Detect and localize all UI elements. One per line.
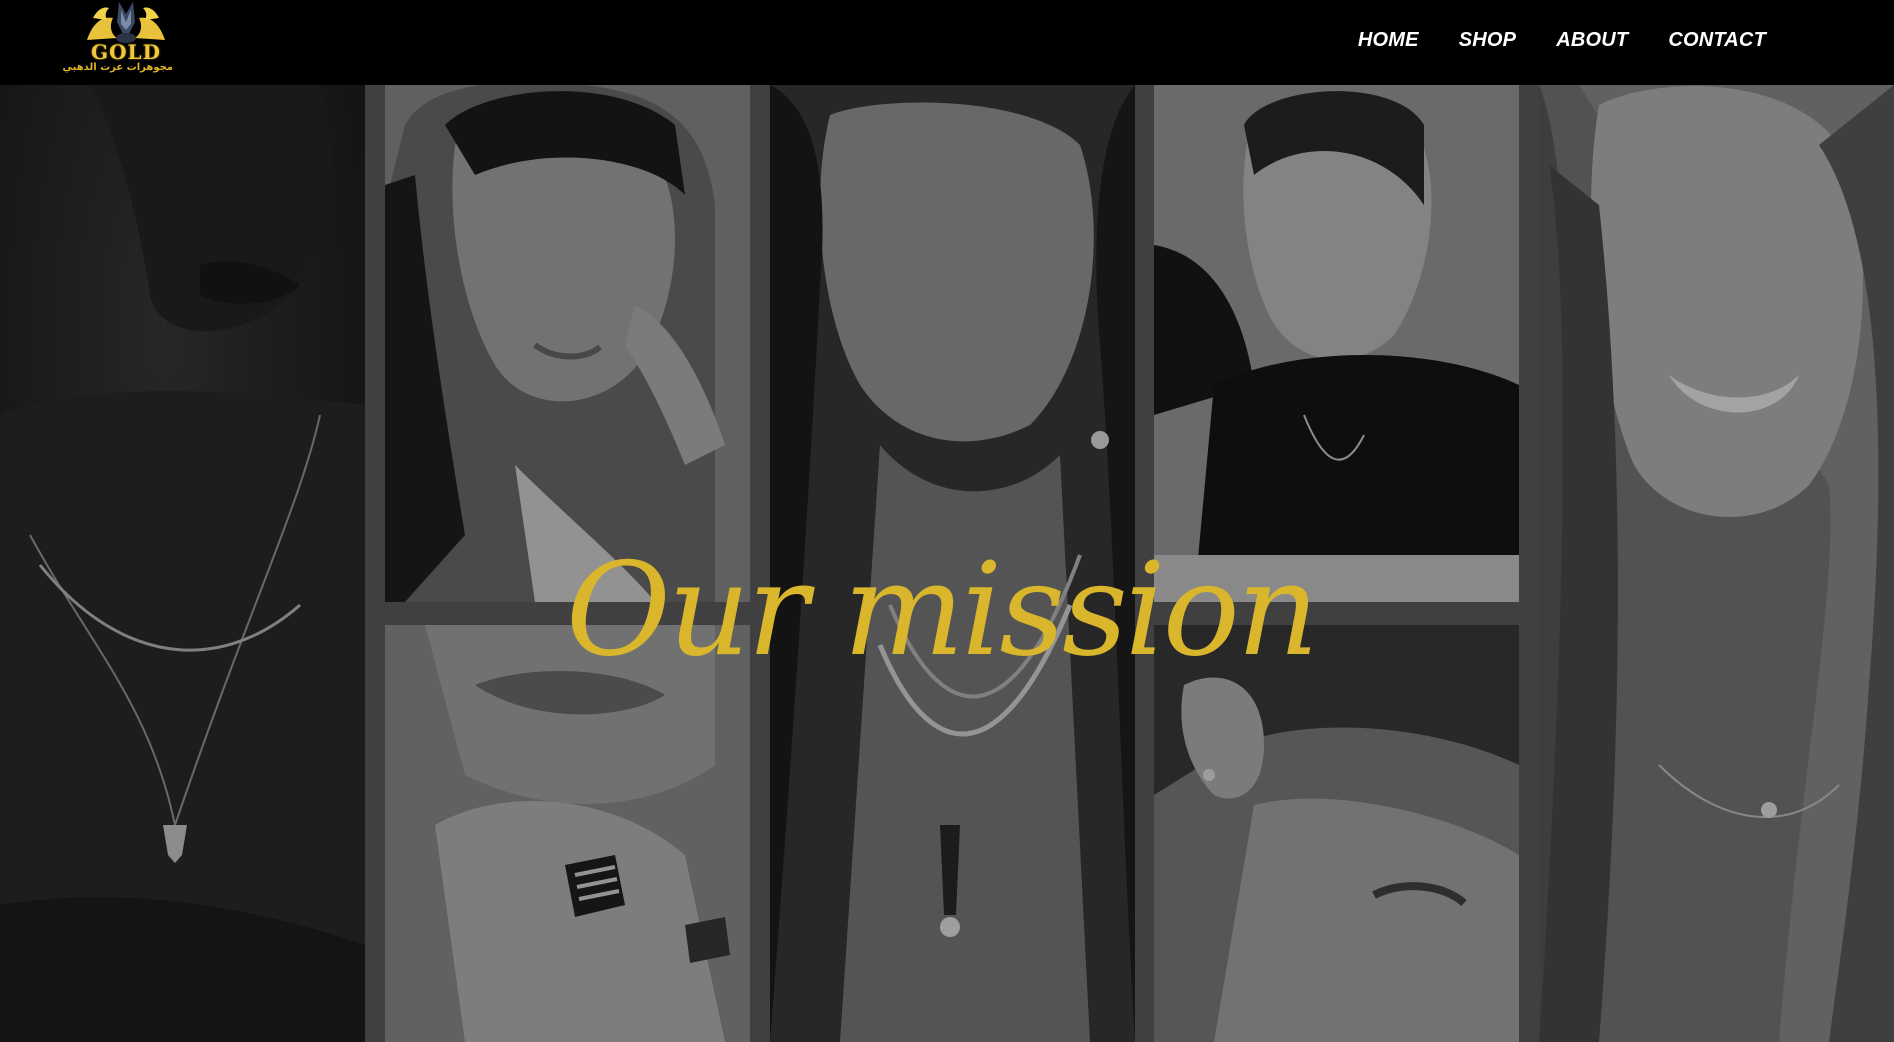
nav-home[interactable]: HOME [1358,27,1419,53]
page: GOLD مجوهرات عزت الدهبي HOME SHOP ABOUT … [0,0,1894,1042]
hero-collage: Our mission [0,85,1894,1042]
nav-contact[interactable]: CONTACT [1668,27,1766,53]
portrait-photo-2 [385,85,750,602]
logo-wordmark: GOLD [91,40,161,64]
portrait-photo-5 [1154,85,1519,602]
site-header: GOLD مجوهرات عزت الدهبي HOME SHOP ABOUT … [0,0,1894,85]
main-nav: HOME SHOP ABOUT CONTACT [1318,27,1766,53]
hero-title: Our mission [565,535,1319,685]
site-logo[interactable]: GOLD مجوهرات عزت الدهبي [62,0,173,84]
nav-about[interactable]: ABOUT [1556,27,1628,53]
nav-shop[interactable]: SHOP [1459,27,1516,53]
logo-arabic-text: مجوهرات عزت الدهبي [62,62,173,73]
